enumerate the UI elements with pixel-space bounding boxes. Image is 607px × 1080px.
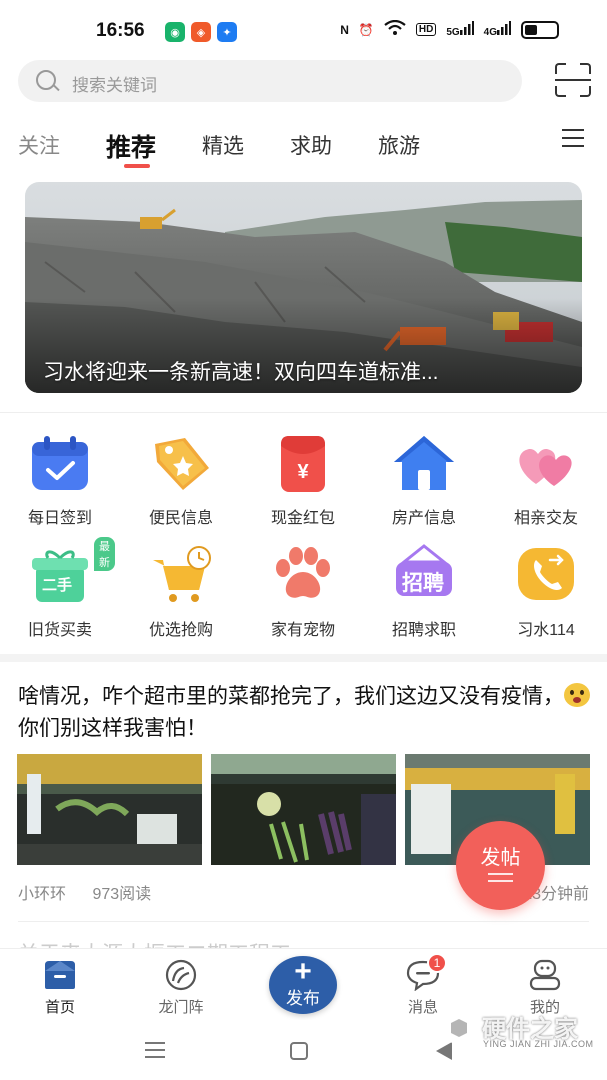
shopping-cart-icon [149,544,213,606]
tab-help[interactable]: 求助 [290,130,332,162]
divider [0,412,607,413]
section-divider [0,654,607,662]
post-meta: 小环环 973阅读 [18,880,173,904]
nav-longmenzhen-label: 龙门阵 [158,999,204,1016]
grid-item-xishui-114[interactable]: 习水114 [496,544,596,640]
calendar-check-icon [28,432,92,494]
status-indicators: N ⏰ HD 5G 4G [340,19,559,39]
signal-4g-icon: 4G [484,21,511,38]
recent-apps-icon[interactable] [145,1042,165,1058]
home-tab-icon [41,959,79,991]
banner-caption: 习水将迎来一条新高速！双向四车道标准... [43,361,439,384]
battery-icon [521,20,559,39]
recruit-sign-icon: 招聘 [392,544,456,606]
message-count-badge: 1 [427,953,447,973]
scared-emoji-icon [564,683,590,707]
profile-face-icon [526,959,564,991]
svg-text:¥: ¥ [297,461,309,483]
grid-item-label: 房产信息 [391,510,456,527]
wifi-icon [384,19,406,39]
grid-item-label: 习水114 [517,622,575,639]
post-title[interactable]: 啥情况，咋个超市里的菜都抢完了，我们这边又没有疫情， 你们别这样我害怕！ [18,681,598,745]
grid-item-dating[interactable]: 相亲交友 [496,432,596,528]
secondhand-box-icon: 二手 [28,544,92,606]
post-image[interactable] [211,754,396,865]
grid-item-label: 招聘求职 [391,622,456,639]
status-bar: 16:56 ◉ ◈ ✦ N ⏰ HD 5G 4G [0,0,607,62]
secondhand-label: 二手 [42,577,73,594]
scan-icon[interactable] [555,63,591,97]
search-placeholder: 搜索关键词 [72,76,157,95]
app-notification-icon: ◈ [191,22,211,42]
tab-travel[interactable]: 旅游 [378,130,420,162]
grid-item-label: 每日签到 [27,510,92,527]
signal-4g-label: 4G [483,27,497,38]
nav-home[interactable]: 首页 [15,959,105,1017]
recruit-sign-label: 招聘 [402,572,444,595]
post-reads: 973阅读 [92,886,152,903]
post-author[interactable]: 小环环 [18,886,66,903]
grid-item-recruitment[interactable]: 招聘 招聘求职 [374,544,474,640]
grid-item-label: 家有宠物 [270,622,335,639]
grid-item-flash-sale[interactable]: 优选抢购 [131,544,231,640]
status-time: 16:56 [96,20,145,41]
channel-tabs: 关注 推荐 精选 求助 旅游 [18,122,466,168]
channel-menu-icon[interactable] [562,129,584,147]
grid-item-secondhand[interactable]: 二手 最新 旧货买卖 [10,537,115,640]
search-icon [36,70,56,90]
search-input[interactable]: 搜索关键词 [18,60,522,102]
post-image[interactable] [17,754,202,865]
post-divider [18,921,589,922]
publish-button[interactable]: + 发布 [269,956,337,1014]
nav-longmenzhen[interactable]: 龙门阵 [136,959,226,1017]
create-post-button[interactable]: 发帖 [456,821,545,910]
watermark-logo-icon [442,1009,476,1047]
tab-recommend[interactable]: 推荐 [106,128,156,168]
publish-label: 发布 [286,989,320,1008]
red-packet-icon: ¥ [271,432,335,494]
house-icon [392,432,456,494]
watermark-url: YING JIAN ZHI JIA.COM [483,1039,594,1049]
tab-featured[interactable]: 精选 [202,130,244,162]
phone-call-icon [514,544,578,606]
nav-home-label: 首页 [44,999,75,1016]
new-badge: 最新 [94,537,115,571]
banner-carousel[interactable]: 习水将迎来一条新高速！双向四车道标准... [25,182,582,393]
grid-item-pets[interactable]: 家有宠物 [253,544,353,640]
post-title-text: 啥情况，咋个超市里的菜都抢完了，我们这边又没有疫情， [18,685,564,708]
list-icon [488,873,513,883]
next-post-title[interactable]: 关于来太源太振工二期工程工 [18,938,398,948]
chat-circle-icon [162,959,200,991]
alarm-icon: ⏰ [358,22,374,37]
grid-item-real-estate[interactable]: 房产信息 [374,432,474,528]
signal-5g-icon: 5G [446,21,474,38]
grid-item-convenience-info[interactable]: 便民信息 [131,432,231,528]
nfc-icon: N [340,22,349,37]
signal-5g-label: 5G [446,27,460,38]
next-post-title-text: 关于来太源太振工二期工程工 [18,938,398,948]
message-bubble-icon: 1 [404,953,447,992]
status-app-icons: ◉ ◈ ✦ [165,22,237,42]
hd-icon: HD [415,23,437,36]
home-icon[interactable] [290,1042,308,1060]
plus-icon: + [294,955,312,988]
post-title-text-end: 你们别这样我害怕！ [18,717,207,740]
app-notification-icon: ◉ [165,22,185,42]
create-post-label: 发帖 [480,847,521,869]
grid-item-label: 相亲交友 [513,510,578,527]
tab-follow[interactable]: 关注 [18,130,60,162]
hearts-icon [514,432,578,494]
grid-item-label: 旧货买卖 [27,622,92,639]
grid-item-label: 便民信息 [148,510,213,527]
app-notification-icon: ✦ [217,22,237,42]
watermark: 硬件之家 YING JIAN ZHI JIA.COM [440,1005,600,1055]
grid-item-cash-red-packet[interactable]: ¥ 现金红包 [253,432,353,528]
tag-star-icon [149,432,213,494]
grid-item-label: 优选抢购 [148,622,213,639]
grid-item-daily-checkin[interactable]: 每日签到 [10,432,110,528]
grid-item-label: 现金红包 [270,510,335,527]
paw-icon [271,544,335,606]
